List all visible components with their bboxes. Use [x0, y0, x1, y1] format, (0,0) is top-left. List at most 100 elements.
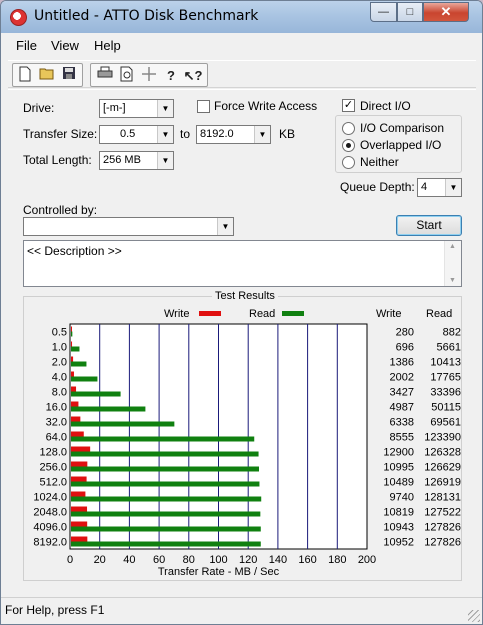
write-column-header: Write [376, 308, 401, 320]
y-tick-label: 2.0 [52, 357, 67, 369]
drive-label: Drive: [23, 101, 55, 115]
x-axis-label: Transfer Rate - MB / Sec [158, 566, 280, 578]
write-bar [71, 356, 74, 362]
read-bar [71, 331, 73, 337]
toolbar-file-group [12, 63, 83, 87]
transfer-to-value: 8192.0 [200, 128, 234, 140]
read-bar [71, 481, 260, 487]
description-textarea[interactable]: << Description >> ▲ ▼ [23, 240, 462, 287]
scroll-down-icon[interactable]: ▼ [449, 277, 456, 284]
read-value: 127522 [424, 507, 461, 519]
resize-grip-icon[interactable] [468, 610, 480, 622]
read-bar [71, 436, 255, 442]
x-tick-label: 140 [269, 554, 287, 566]
overlapped-io-radio[interactable] [342, 139, 355, 152]
write-bar [71, 401, 79, 407]
title-bar[interactable]: Untitled - ATTO Disk Benchmark — □ ✕ [1, 1, 482, 33]
save-icon[interactable] [59, 66, 79, 86]
y-tick-label: 4.0 [52, 372, 67, 384]
force-write-label[interactable]: Force Write Access [214, 99, 317, 113]
write-value: 12900 [383, 447, 414, 459]
description-text: << Description >> [27, 244, 122, 258]
neither-radio[interactable] [342, 156, 355, 169]
io-comparison-radio[interactable] [342, 122, 355, 135]
transfer-size-label: Transfer Size: [23, 127, 98, 141]
legend-read-label: Read [249, 308, 275, 320]
chevron-down-icon[interactable]: ▼ [254, 126, 270, 143]
read-value: 50115 [431, 402, 461, 414]
write-value: 696 [396, 342, 414, 354]
write-value: 9740 [390, 492, 414, 504]
write-value: 1386 [390, 357, 414, 369]
read-value: 69561 [430, 417, 461, 429]
total-length-select[interactable]: 256 MB ▼ [99, 151, 174, 170]
neither-label[interactable]: Neither [360, 155, 399, 169]
chevron-down-icon[interactable]: ▼ [217, 218, 233, 235]
chevron-down-icon[interactable]: ▼ [445, 179, 461, 196]
open-icon[interactable] [37, 66, 57, 86]
write-bar [71, 386, 77, 392]
status-bar: For Help, press F1 [1, 597, 482, 624]
move-icon[interactable] [139, 66, 159, 86]
chevron-down-icon[interactable]: ▼ [157, 152, 173, 169]
read-value: 127826 [424, 537, 461, 549]
main-panel: Drive: [-m-] ▼ Force Write Access ✓ Dire… [8, 89, 476, 594]
menu-file[interactable]: File [16, 38, 37, 53]
overlapped-io-label[interactable]: Overlapped I/O [360, 138, 441, 152]
drive-select[interactable]: [-m-] ▼ [99, 99, 174, 118]
menu-bar: File View Help [8, 36, 476, 56]
x-tick-label: 180 [328, 554, 346, 566]
results-chart: Write Read Write Read 0 20 40 60 80 100 120 140 160 1… [33, 308, 461, 578]
read-value: 33396 [430, 387, 461, 399]
status-text: For Help, press F1 [5, 603, 105, 617]
write-bar [71, 416, 81, 422]
close-button[interactable]: ✕ [423, 2, 469, 22]
write-bar [71, 326, 72, 332]
x-tick-label: 40 [123, 554, 135, 566]
read-bar [71, 466, 260, 472]
menu-view[interactable]: View [51, 38, 79, 53]
chevron-down-icon[interactable]: ▼ [157, 126, 173, 143]
read-value: 126629 [424, 462, 461, 474]
print-preview-icon[interactable] [117, 66, 137, 86]
read-value: 123390 [424, 432, 461, 444]
force-write-checkbox[interactable] [197, 100, 210, 113]
controlled-by-select[interactable]: ▼ [23, 217, 234, 236]
help-icon[interactable]: ? [161, 66, 181, 86]
read-value: 126328 [424, 447, 461, 459]
queue-depth-select[interactable]: 4 ▼ [417, 178, 462, 197]
minimize-button[interactable]: — [370, 2, 397, 22]
direct-io-label[interactable]: Direct I/O [360, 99, 411, 113]
context-help-icon[interactable]: ↖? [183, 66, 203, 86]
y-tick-label: 8.0 [52, 387, 67, 399]
queue-depth-label: Queue Depth: [340, 180, 415, 194]
transfer-from-select[interactable]: 0.5 ▼ [99, 125, 174, 144]
read-value: 10413 [430, 357, 461, 369]
scroll-up-icon[interactable]: ▲ [449, 243, 456, 250]
print-icon[interactable] [95, 66, 115, 86]
write-value: 3427 [390, 387, 414, 399]
read-value: 128131 [424, 492, 461, 504]
read-bar [71, 361, 87, 367]
write-bar [71, 371, 74, 377]
read-bar [71, 376, 98, 382]
write-bar [71, 491, 86, 497]
write-bar [71, 536, 88, 542]
menu-help[interactable]: Help [94, 38, 121, 53]
read-value: 126919 [424, 477, 461, 489]
read-bar [71, 541, 261, 547]
write-bar [71, 341, 73, 347]
start-button[interactable]: Start [396, 215, 462, 236]
new-icon[interactable] [15, 66, 35, 86]
transfer-to-select[interactable]: 8192.0 ▼ [196, 125, 271, 144]
total-length-value: 256 MB [103, 154, 141, 166]
read-column-header: Read [426, 308, 452, 320]
atto-app-icon[interactable] [10, 9, 27, 26]
io-comparison-label[interactable]: I/O Comparison [360, 121, 444, 135]
direct-io-checkbox[interactable]: ✓ [342, 99, 355, 112]
write-bar [71, 521, 88, 527]
chevron-down-icon[interactable]: ▼ [157, 100, 173, 117]
toolbar: ? ↖? [8, 60, 476, 88]
maximize-button[interactable]: □ [397, 2, 423, 22]
description-scrollbar[interactable]: ▲ ▼ [444, 241, 461, 286]
